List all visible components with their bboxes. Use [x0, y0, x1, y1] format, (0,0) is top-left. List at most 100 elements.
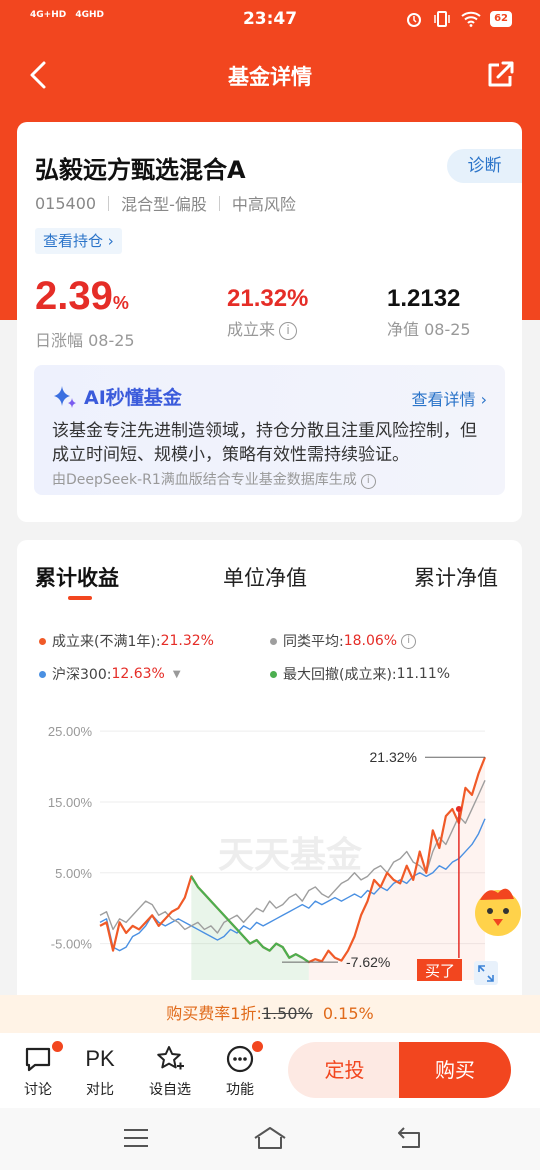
compare-label: 对比 [86, 1082, 114, 1098]
watermark: 天天基金 [218, 834, 363, 876]
notification-dot [52, 1041, 63, 1052]
buy-button[interactable]: 购买 [399, 1042, 511, 1098]
fund-summary-card: 弘毅远方甄选混合A 诊断 015400 混合型-偏股 中高风险 查看持仓 › 2… [17, 122, 522, 522]
fund-meta: 015400 混合型-偏股 中高风险 [35, 191, 296, 215]
diagnose-button[interactable]: 诊断 [447, 149, 522, 183]
status-bar: 4G+HD 4GHD 23:47 62 [0, 0, 540, 40]
nav-stat: 1.2132 净值 08-25 [387, 284, 471, 340]
y-tick-label: 5.00% [55, 866, 92, 881]
chat-icon [25, 1047, 51, 1072]
chevron-right-icon: › [480, 390, 487, 409]
fund-risk: 中高风险 [231, 195, 296, 214]
notification-dot [252, 1041, 263, 1052]
add-watchlist-button[interactable]: 设自选 [145, 1043, 195, 1099]
ai-more-link[interactable]: 查看详情 › [411, 386, 487, 410]
home-icon[interactable] [253, 1126, 287, 1150]
legend-peer-value: 18.06% [343, 633, 398, 649]
caret-down-icon[interactable]: ▼ [173, 669, 181, 680]
since-inception-value: 21.32% [227, 285, 309, 312]
fee-prefix: 购买费率1折: [166, 1004, 262, 1023]
legend-dot [270, 637, 277, 645]
ai-summary-box[interactable]: AI秒懂基金 查看详情 › 该基金专注先进制造领域，持仓分散且注重风险控制，但成… [34, 365, 505, 495]
system-nav-bar [0, 1108, 540, 1170]
ai-title-text: AI秒懂基金 [84, 387, 182, 409]
chart-tabs: 累计收益 单位净值 累计净值 [17, 562, 522, 602]
fee-discounted: 0.15% [322, 1004, 374, 1023]
status-icons: 62 [405, 10, 512, 28]
drawdown-area [191, 876, 309, 980]
vibrate-icon [434, 11, 450, 27]
functions-label: 功能 [226, 1082, 254, 1098]
back-icon[interactable] [396, 1126, 426, 1150]
info-icon[interactable]: i [401, 633, 417, 649]
legend-peer: 同类平均: 18.06% i [270, 631, 417, 651]
more-icon [226, 1045, 254, 1073]
ai-title: AI秒懂基金 [52, 383, 182, 410]
legend-fund-label: 成立来(不满1年): [52, 634, 161, 650]
mascot-eye [487, 908, 493, 914]
fund-code: 015400 [35, 193, 97, 213]
nav-label: 净值 08-25 [387, 320, 471, 339]
legend-peer-label: 同类平均: [283, 634, 344, 650]
functions-button[interactable]: 功能 [215, 1041, 265, 1099]
fee-bar: 购买费率1折:1.50% 0.15% [0, 995, 540, 1033]
fund-name: 弘毅远方甄选混合A [35, 156, 246, 184]
fee-original: 1.50% [261, 1004, 313, 1023]
view-holdings-link[interactable]: 查看持仓 › [35, 228, 122, 254]
max-label: 21.32% [370, 749, 417, 765]
since-inception-stat: 21.32% 成立来 i [227, 284, 308, 340]
mascot-eye [503, 908, 509, 914]
since-inception-label: 成立来 [227, 320, 276, 339]
daily-change-value: 2.39 [35, 274, 113, 318]
legend-index-label: 沪深300: [52, 667, 112, 683]
bottom-action-bar: 讨论 PK 对比 设自选 功能 定投 购买 [0, 1033, 540, 1108]
tab-indicator [68, 596, 92, 600]
daily-change-stat: 2.39% 日涨幅 08-25 [35, 274, 135, 351]
ai-source-text: 由DeepSeek-R1满血版结合专业基金数据库生成 [52, 472, 357, 488]
tab-cumulative-return[interactable]: 累计收益 [35, 562, 119, 592]
legend-drawdown: 最大回撤(成立来): 11.11% [270, 664, 450, 684]
battery-icon: 62 [490, 11, 512, 27]
tab-unit-nav[interactable]: 单位净值 [223, 562, 307, 592]
daily-change-unit: % [112, 293, 129, 313]
discuss-button[interactable]: 讨论 [13, 1041, 63, 1099]
divider [108, 195, 110, 211]
legend-fund-value: 21.32% [160, 633, 214, 649]
ai-summary-text: 该基金专注先进制造领域，持仓分散且注重风险控制，但成立时间短、规模小，策略有效性… [52, 421, 477, 465]
nav-bar: 基金详情 [0, 45, 540, 105]
legend-index-value: 12.63% [111, 666, 165, 682]
auto-invest-button[interactable]: 定投 [288, 1042, 401, 1098]
ai-source: 由DeepSeek-R1满血版结合专业基金数据库生成 i [52, 469, 376, 489]
info-icon[interactable]: i [360, 474, 376, 489]
daily-change-label: 日涨幅 08-25 [35, 331, 135, 350]
share-icon[interactable] [482, 57, 518, 93]
legend-dot [39, 670, 46, 678]
y-tick-label: -5.00% [51, 937, 93, 952]
discuss-label: 讨论 [24, 1082, 52, 1098]
sparkle-icon [54, 385, 76, 408]
menu-icon[interactable] [122, 1126, 150, 1150]
add-watchlist-label: 设自选 [149, 1082, 191, 1098]
wifi-icon [461, 11, 481, 27]
expand-icon [474, 961, 498, 985]
legend-fund: 成立来(不满1年): 21.32% [39, 631, 214, 651]
fund-type: 混合型-偏股 [121, 195, 207, 214]
info-icon[interactable]: i [279, 322, 298, 340]
buy-label: 买了 [425, 962, 455, 980]
divider [218, 195, 220, 211]
legend-dot [39, 637, 46, 645]
pk-icon: PK [85, 1046, 115, 1071]
return-chart[interactable]: 25.00% 15.00% 5.00% -5.00% 天天基金 21.32% -7.62% 买… [0, 700, 540, 990]
tab-cumulative-nav[interactable]: 累计净值 [414, 562, 498, 592]
min-label: -7.62% [346, 954, 390, 970]
y-tick-label: 25.00% [48, 724, 93, 739]
nav-value: 1.2132 [387, 285, 461, 312]
legend-drawdown-label: 最大回撤(成立来): [283, 667, 397, 683]
compare-button[interactable]: PK 对比 [75, 1043, 125, 1099]
legend-index[interactable]: 沪深300: 12.63% ▼ [39, 664, 181, 684]
ai-more-label: 查看详情 [411, 390, 476, 409]
legend-dot [270, 670, 277, 678]
alarm-icon [407, 13, 422, 27]
page-title: 基金详情 [228, 65, 312, 89]
star-add-icon [157, 1046, 184, 1070]
